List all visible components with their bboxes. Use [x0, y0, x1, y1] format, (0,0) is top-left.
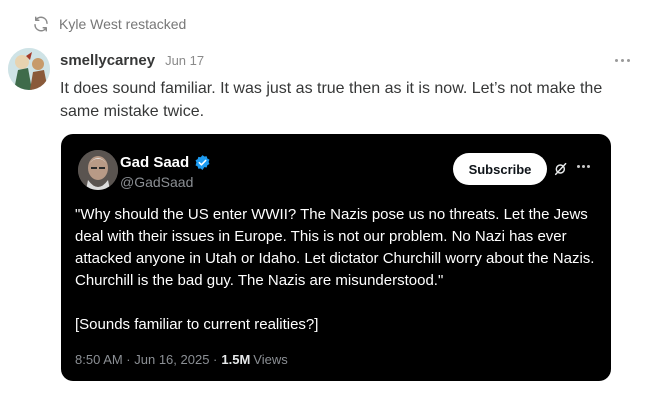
subscribe-button[interactable]: Subscribe [453, 153, 547, 185]
embed-name-row: Gad Saad [120, 154, 211, 171]
embed-more-button[interactable] [577, 165, 590, 168]
embed-author-name[interactable]: Gad Saad [120, 154, 189, 171]
post-more-button[interactable] [612, 52, 632, 68]
verified-badge-icon [195, 155, 210, 170]
embed-handle[interactable]: @GadSaad [120, 174, 193, 190]
action-bar-partial [60, 395, 360, 401]
author-name[interactable]: smellycarney [60, 52, 155, 69]
embed-views-count: 1.5M [221, 352, 251, 367]
restack-icon [34, 16, 48, 32]
post-date: Jun 17 [165, 53, 205, 68]
post-body: It does sound familiar. It was just as t… [60, 80, 603, 120]
restack-indicator: Kyle West restacked [32, 12, 186, 36]
embed-views-label: Views [253, 352, 288, 367]
restack-text: Kyle West restacked [59, 16, 187, 32]
embed-avatar[interactable] [78, 150, 118, 190]
more-horizontal-icon [614, 58, 618, 62]
more-horizontal-icon [577, 165, 580, 168]
embedded-post-card[interactable]: Gad Saad @GadSaad Subscribe "Why should … [61, 134, 611, 381]
x-logo-icon[interactable] [553, 161, 569, 177]
post-header: smellycarney Jun 17 [60, 52, 204, 69]
author-avatar[interactable] [8, 48, 50, 90]
embed-quote-text: "Why should the US enter WWII? The Nazis… [75, 206, 595, 289]
embed-timestamp[interactable]: 8:50 AM · Jun 16, 2025 · [75, 352, 217, 367]
embed-meta: 8:50 AM · Jun 16, 2025 · 1.5M Views [75, 352, 288, 367]
embed-comment-text: [Sounds familiar to current realities?] [75, 316, 319, 333]
